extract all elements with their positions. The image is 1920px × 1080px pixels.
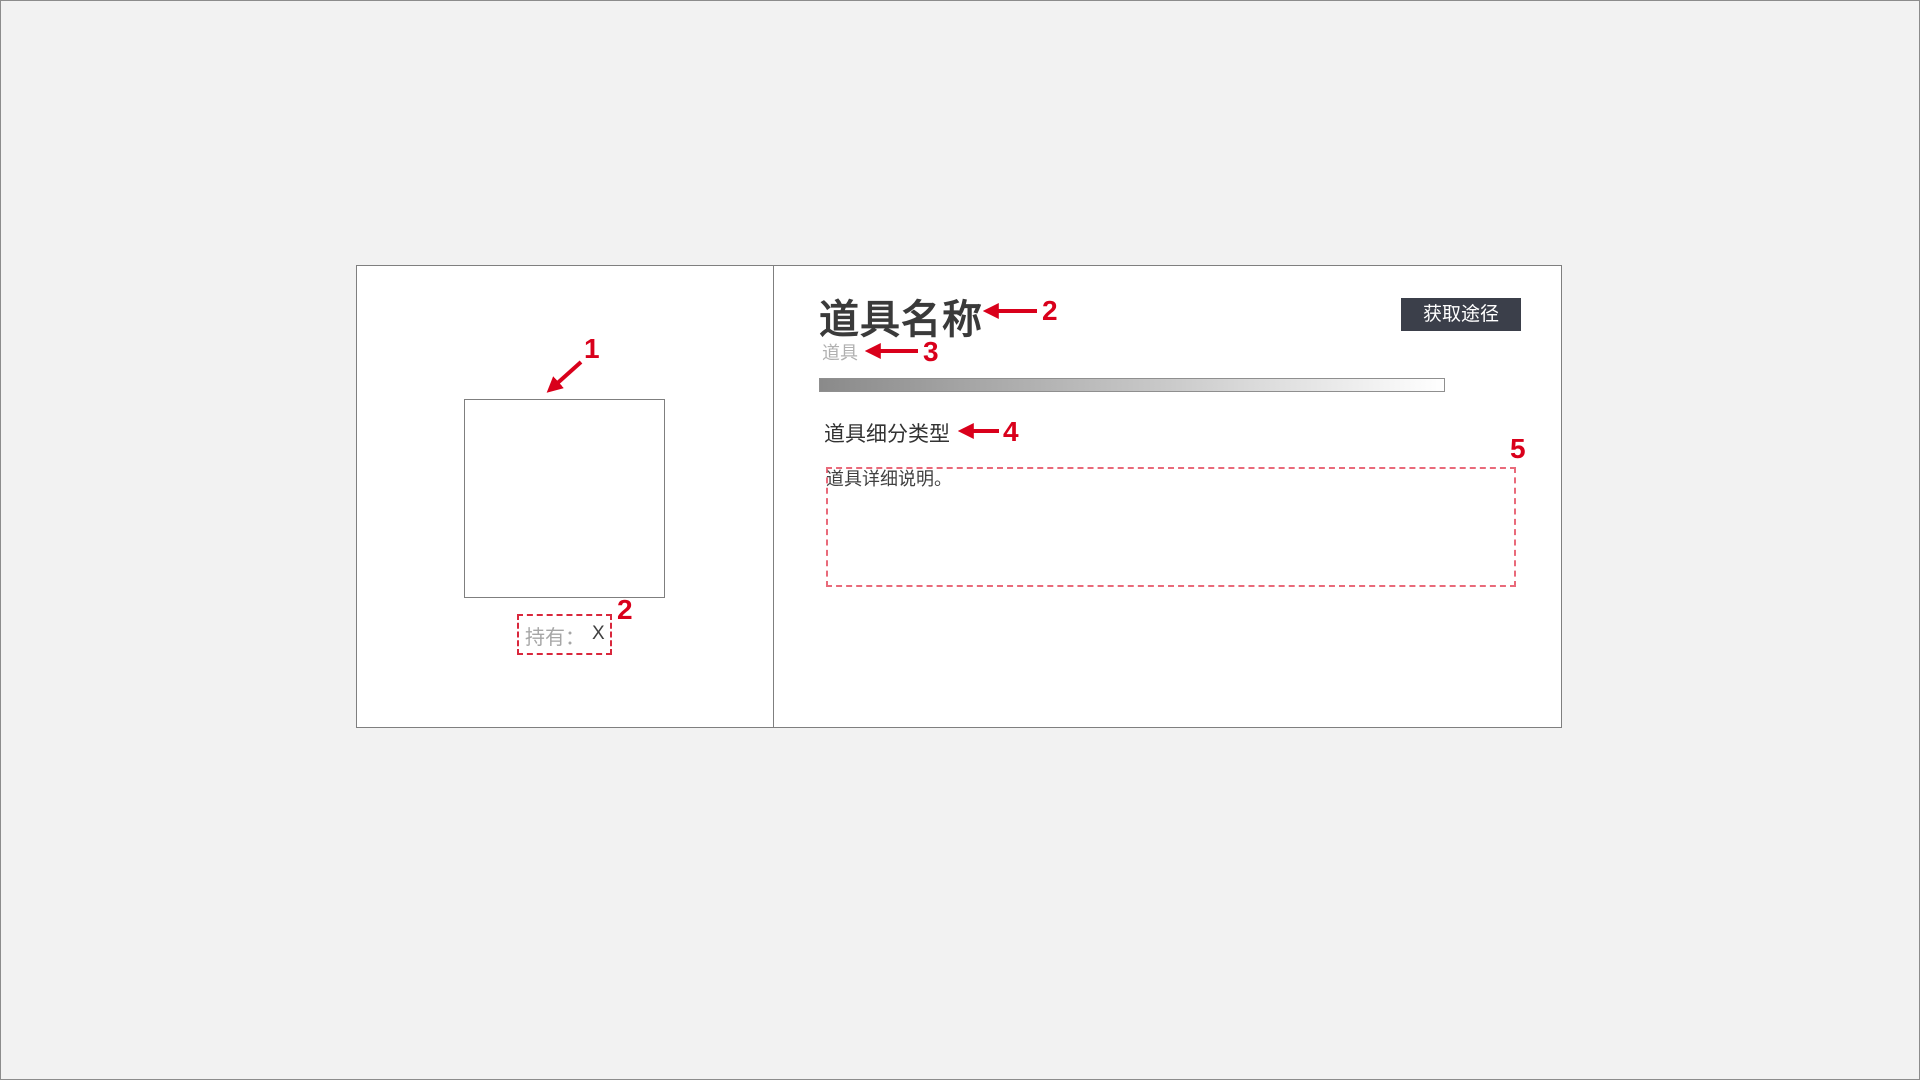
annotation-marker-2-owned: 2: [617, 594, 633, 625]
annotation-marker-3: 3: [923, 336, 939, 367]
item-category: 道具: [822, 343, 858, 364]
annotation-marker-5: 5: [1510, 433, 1526, 464]
item-icon-slot[interactable]: [464, 399, 665, 598]
divider-progress-bar: [819, 378, 1445, 392]
progress-bar-fill: [820, 379, 1444, 391]
annotation-marker-4: 4: [1003, 416, 1019, 447]
item-description: 道具详细说明。: [826, 469, 952, 490]
item-subtype: 道具细分类型: [824, 422, 950, 446]
owned-label: 持有：: [525, 625, 585, 649]
annotation-marker-1: 1: [584, 333, 600, 364]
acquire-source-button[interactable]: 获取途径: [1401, 298, 1521, 331]
owned-count-value: X: [592, 623, 605, 644]
annotation-marker-2-name: 2: [1042, 295, 1058, 326]
item-name: 道具名称: [819, 297, 983, 343]
